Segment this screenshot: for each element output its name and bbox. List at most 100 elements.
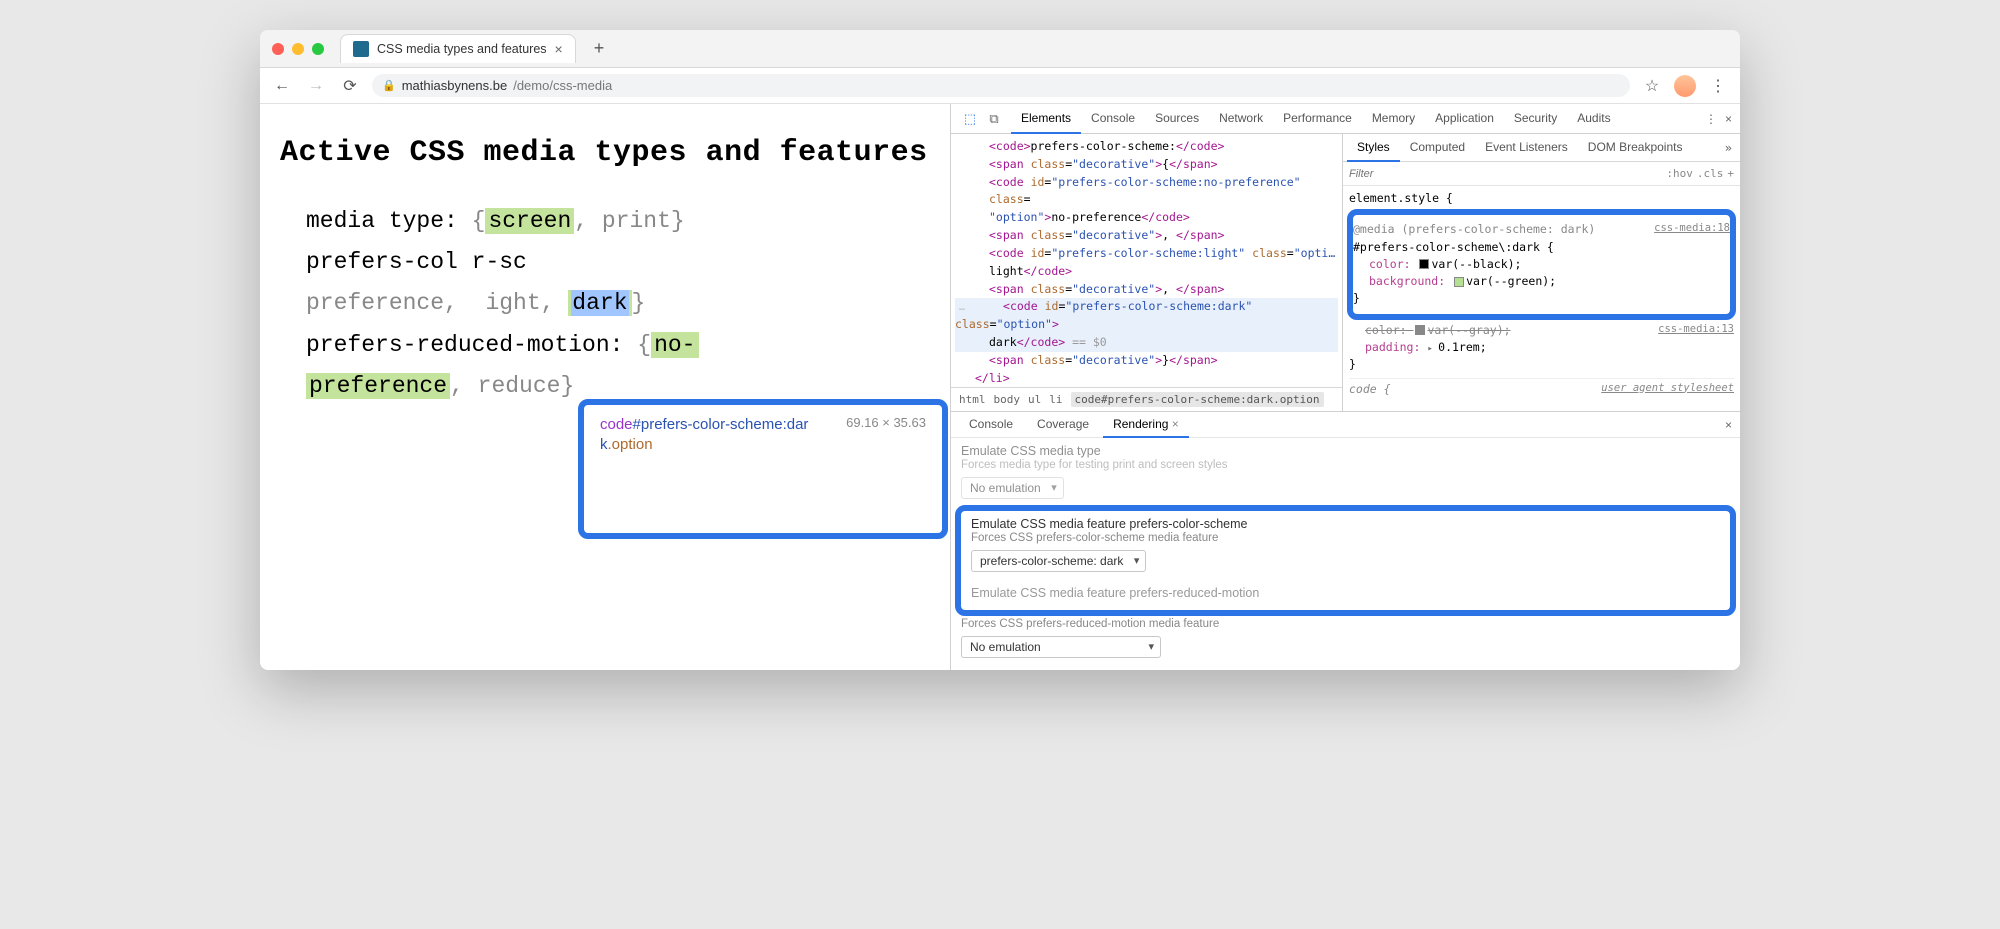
tab-memory[interactable]: Memory: [1362, 104, 1425, 134]
tab-console[interactable]: Console: [1081, 104, 1145, 134]
url-domain: mathiasbynens.be: [402, 78, 508, 93]
breadcrumb-item[interactable]: html: [959, 393, 986, 406]
devtools-menu-icon[interactable]: ⋮: [1705, 112, 1717, 126]
highlighted-rule-box: css-media:18 @media (prefers-color-schem…: [1347, 209, 1736, 319]
back-button[interactable]: ←: [270, 77, 294, 95]
selected-dom-node[interactable]: …<code id="prefers-color-scheme:dark" cl…: [955, 298, 1338, 351]
browser-tab[interactable]: CSS media types and features ×: [340, 34, 576, 63]
breadcrumb-item[interactable]: ul: [1028, 393, 1041, 406]
brace: }: [1353, 290, 1730, 307]
dom-panel: <code>prefers-color-scheme:</code> <span…: [951, 134, 1343, 411]
tab-network[interactable]: Network: [1209, 104, 1273, 134]
active-value: no-: [651, 332, 698, 358]
inactive-value: reduce: [478, 373, 561, 399]
color-swatch-icon[interactable]: [1419, 259, 1429, 269]
css-rule[interactable]: css-media:18 @media (prefers-color-schem…: [1353, 221, 1730, 307]
device-toolbar-icon[interactable]: ⧉: [983, 111, 1005, 127]
tab-title: CSS media types and features: [377, 42, 547, 56]
tooltip-selector: code#prefers-color-scheme:dark.option: [600, 415, 840, 454]
browser-menu-button[interactable]: ⋮: [1706, 76, 1730, 96]
separator: ,: [450, 373, 478, 399]
inactive-value: ight,: [485, 290, 568, 316]
drawer-tab-coverage[interactable]: Coverage: [1027, 412, 1099, 438]
devtools-drawer: Console Coverage Rendering × × Emulate C…: [951, 411, 1740, 670]
css-rule[interactable]: user agent stylesheet code {: [1349, 378, 1734, 398]
dom-breadcrumb[interactable]: html body ul li code#prefers-color-schem…: [951, 387, 1342, 411]
page-content: Active CSS media types and features medi…: [260, 104, 950, 670]
color-scheme-select[interactable]: prefers-color-scheme: dark: [971, 550, 1146, 572]
source-link[interactable]: css-media:18: [1654, 221, 1730, 237]
tab-dom-breakpoints[interactable]: DOM Breakpoints: [1578, 134, 1693, 162]
styles-more-icon[interactable]: »: [1725, 141, 1736, 155]
separator: ,: [574, 208, 602, 234]
styles-filter-input[interactable]: [1349, 168, 1662, 180]
list-item: prefers-color-sc preference, light, dark…: [306, 242, 930, 325]
tab-performance[interactable]: Performance: [1273, 104, 1362, 134]
element-style-rule[interactable]: element.style {: [1349, 190, 1734, 207]
breadcrumb-item[interactable]: body: [994, 393, 1021, 406]
item-label: media type:: [306, 208, 472, 234]
breadcrumb-item[interactable]: li: [1049, 393, 1062, 406]
url-input[interactable]: 🔒 mathiasbynens.be/demo/css-media: [372, 74, 1630, 97]
tab-sources[interactable]: Sources: [1145, 104, 1209, 134]
drawer-close-icon[interactable]: ×: [1725, 418, 1732, 432]
drawer-tab-rendering[interactable]: Rendering ×: [1103, 412, 1189, 438]
minimize-window-button[interactable]: [292, 43, 304, 55]
item-label: prefers-col: [306, 249, 458, 275]
tab-elements[interactable]: Elements: [1011, 104, 1081, 134]
active-value: screen: [485, 208, 574, 234]
main-area: Active CSS media types and features medi…: [260, 104, 1740, 670]
tab-styles[interactable]: Styles: [1347, 134, 1400, 162]
forward-button[interactable]: →: [304, 77, 328, 95]
styles-filter-row: :hov .cls +: [1343, 162, 1740, 186]
close-window-button[interactable]: [272, 43, 284, 55]
drawer-tabs: Console Coverage Rendering × ×: [951, 412, 1740, 438]
devtools-panel: ⬚ ⧉ Elements Console Sources Network Per…: [950, 104, 1740, 670]
inspect-element-icon[interactable]: ⬚: [959, 111, 981, 127]
tab-close-icon[interactable]: ×: [555, 41, 563, 57]
emulate-media-type-section: Emulate CSS media type Forces media type…: [961, 444, 1730, 499]
selector: #prefers-color-scheme\:dark {: [1353, 239, 1730, 256]
section-subtitle: Forces media type for testing print and …: [961, 459, 1730, 471]
value: var(--green);: [1466, 274, 1556, 288]
source-link: user agent stylesheet: [1601, 381, 1734, 397]
bookmark-button[interactable]: ☆: [1640, 76, 1664, 96]
window-controls: [272, 43, 324, 55]
css-rule[interactable]: css-media:13 color: var(--gray); padding…: [1349, 322, 1734, 374]
styles-panel: Styles Computed Event Listeners DOM Brea…: [1343, 134, 1740, 411]
media-type-select[interactable]: No emulation: [961, 477, 1064, 499]
rendering-panel: Emulate CSS media type Forces media type…: [951, 438, 1740, 670]
feature-list: media type: {screen, print} prefers-colo…: [280, 201, 930, 408]
section-title: Emulate CSS media type: [961, 444, 1730, 458]
expand-icon[interactable]: ▸: [1427, 344, 1438, 354]
brace: }: [671, 208, 685, 234]
devtools-toolbar: ⬚ ⧉ Elements Console Sources Network Per…: [951, 104, 1740, 134]
profile-avatar[interactable]: [1674, 75, 1696, 97]
devtools-tabs: Elements Console Sources Network Perform…: [1011, 104, 1621, 134]
property: background:: [1369, 274, 1452, 288]
reduced-motion-select[interactable]: No emulation: [961, 636, 1161, 658]
breadcrumb-item-selected[interactable]: code#prefers-color-scheme:dark.option: [1071, 392, 1324, 407]
new-rule-button[interactable]: +: [1727, 167, 1734, 180]
color-swatch-icon[interactable]: [1454, 277, 1464, 287]
tab-event-listeners[interactable]: Event Listeners: [1475, 134, 1578, 162]
dom-tree[interactable]: <code>prefers-color-scheme:</code> <span…: [951, 134, 1342, 387]
active-value: preference: [306, 373, 450, 399]
tab-audits[interactable]: Audits: [1567, 104, 1620, 134]
drawer-tab-console[interactable]: Console: [959, 412, 1023, 438]
new-tab-button[interactable]: +: [594, 38, 605, 59]
cls-toggle[interactable]: .cls: [1697, 167, 1724, 180]
tab-computed[interactable]: Computed: [1400, 134, 1475, 162]
devtools-close-icon[interactable]: ×: [1725, 112, 1732, 126]
tab-security[interactable]: Security: [1504, 104, 1567, 134]
source-link[interactable]: css-media:13: [1658, 322, 1734, 338]
maximize-window-button[interactable]: [312, 43, 324, 55]
browser-window: CSS media types and features × + ← → ⟳ 🔒…: [260, 30, 1740, 670]
hov-toggle[interactable]: :hov: [1666, 167, 1693, 180]
drawer-tab-close-icon[interactable]: ×: [1172, 417, 1179, 431]
property: padding:: [1365, 340, 1427, 354]
color-swatch-icon[interactable]: [1415, 325, 1425, 335]
value: 0.1rem;: [1438, 340, 1486, 354]
tab-application[interactable]: Application: [1425, 104, 1504, 134]
reload-button[interactable]: ⟳: [338, 76, 362, 96]
